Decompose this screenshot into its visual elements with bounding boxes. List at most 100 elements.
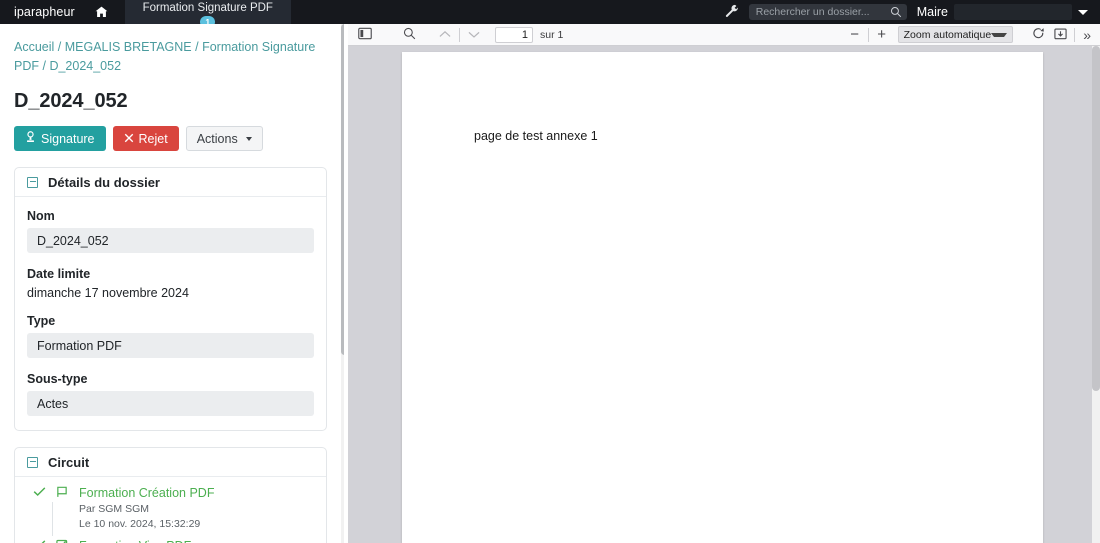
search-icon [403,27,416,43]
wrench-icon [725,4,739,21]
circuit-card: Circuit Formation Création PDF Par SGM S… [14,447,327,543]
toolbar-divider [867,27,869,42]
step-content: Formation Visa PDF Par DGS elodie.tessie… [79,538,314,543]
breadcrumb-separator: / [57,40,65,54]
page-number-input[interactable] [495,26,533,43]
pdf-toolbar: sur 1 − + Zoom automatique [348,24,1100,46]
double-chevron-right-icon[interactable]: » [1078,27,1096,43]
check-square-icon [55,539,69,543]
reject-button-label: Rejet [138,131,168,146]
tab-label: Formation Signature PDF [142,2,273,14]
actions-dropdown-button[interactable]: Actions [185,126,263,151]
field-value-box[interactable]: Formation PDF [27,333,314,358]
field-label: Date limite [27,267,91,281]
stamp-icon [25,131,36,146]
step-date: Le 10 nov. 2024, 15:32:29 [79,518,201,530]
circuit-step[interactable]: Formation Création PDF Par SGM SGM Le 10… [27,485,314,538]
close-icon [124,132,134,146]
field-label: Nom [27,209,55,223]
chevron-down-icon [468,27,480,42]
search-input[interactable] [755,6,887,18]
step-title[interactable]: Formation Visa PDF [79,538,314,543]
check-icon [33,486,46,497]
field-nom: Nom D_2024_052 [27,209,314,253]
field-value-text: dimanche 17 novembre 2024 [27,286,189,300]
sidebar-toggle-icon [358,27,372,43]
scrollbar-thumb[interactable] [1092,46,1100,391]
breadcrumb: Accueil / MEGALIS BRETAGNE / Formation S… [0,24,337,76]
step-icon-group [27,538,79,543]
signature-button[interactable]: Signature [14,126,106,151]
toolbar-divider [1074,27,1076,42]
breadcrumb-item-current[interactable]: D_2024_052 [49,59,121,73]
step-content: Formation Création PDF Par SGM SGM Le 10… [79,485,314,538]
circuit-card-title: Circuit [48,454,90,470]
caret-down-icon [245,136,252,141]
user-role-label: Maire [916,5,948,19]
tab-strip: Formation Signature PDF 1 [124,0,291,28]
page-title: D_2024_052 [14,90,128,112]
pdf-find-button[interactable] [398,26,420,44]
check-icon [33,539,46,543]
field-sous-type: Sous-type Actes [27,372,314,416]
breadcrumb-item-accueil[interactable]: Accueil [14,40,54,54]
header-right-group: Maire [715,0,1100,24]
app-root: iparapheur Formation Signature PDF 1 Rec… [0,0,1100,543]
user-select-field[interactable] [954,4,1072,20]
pdf-page-text: page de test annexe 1 [474,129,598,143]
next-page-button[interactable] [463,26,485,44]
field-value-box[interactable]: Actes [27,391,314,416]
pdf-viewer-scrollbar[interactable] [1092,46,1100,543]
step-title[interactable]: Formation Création PDF [79,485,314,502]
flag-icon [55,486,69,498]
chevron-up-icon [439,27,451,42]
zoom-level-select[interactable]: Zoom automatique [897,26,1014,43]
zoom-in-button[interactable]: + [872,26,892,43]
actions-button-label: Actions [196,131,238,146]
top-header-bar: iparapheur Formation Signature PDF 1 Rec… [0,0,1100,28]
toolbar-divider [459,27,460,42]
details-card-header[interactable]: Détails du dossier [15,168,326,197]
search-box[interactable] [748,4,907,21]
signature-button-label: Signature [41,131,95,146]
pdf-page: page de test annexe 1 [402,52,1043,543]
sidebar-toggle-button[interactable] [354,26,376,44]
home-button[interactable] [85,0,119,24]
field-label: Type [27,314,56,328]
tab-formation-signature-pdf[interactable]: Formation Signature PDF 1 [124,0,291,28]
chevron-down-icon[interactable] [1078,9,1088,15]
circuit-card-body: Formation Création PDF Par SGM SGM Le 10… [15,477,326,543]
step-connector-line [52,502,53,536]
reject-button[interactable]: Rejet [112,126,179,151]
collapse-minus-icon[interactable] [27,176,38,188]
settings-wrench-button[interactable] [715,4,749,21]
field-label: Sous-type [27,372,88,386]
details-card-title: Détails du dossier [48,174,160,190]
brand-label: iparapheur [14,5,75,19]
step-icon-group [27,485,79,538]
toolbar-right-group: − + Zoom automatique » [845,26,1096,44]
action-button-row: Signature Rejet Actions [14,126,337,151]
brand-logo[interactable]: iparapheur [0,0,85,24]
rotate-icon [1032,27,1045,43]
home-icon [95,6,108,18]
previous-page-button[interactable] [434,26,456,44]
details-card: Détails du dossier Nom D_2024_052 Date l… [14,167,327,431]
field-date-limite: Date limite dimanche 17 novembre 2024 [27,267,314,300]
field-value-box[interactable]: D_2024_052 [27,228,314,253]
step-author: Par SGM SGM [79,503,150,515]
zoom-level-label: Zoom automatique [903,28,992,41]
pdf-viewer: sur 1 − + Zoom automatique [348,24,1100,543]
circuit-step[interactable]: Formation Visa PDF Par DGS elodie.tessie… [27,538,314,543]
rotate-button[interactable] [1027,26,1049,44]
circuit-card-header[interactable]: Circuit [15,448,326,477]
collapse-minus-icon[interactable] [27,456,38,468]
field-type: Type Formation PDF [27,314,314,358]
breadcrumb-item-megalis-bretagne[interactable]: MEGALIS BRETAGNE [65,40,192,54]
zoom-out-button[interactable]: − [845,26,865,43]
save-button[interactable] [1049,26,1071,44]
chevron-down-icon [991,32,1008,37]
page-count-label: sur 1 [540,28,564,41]
search-icon [890,6,902,21]
left-detail-panel: Accueil / MEGALIS BRETAGNE / Formation S… [0,24,337,543]
